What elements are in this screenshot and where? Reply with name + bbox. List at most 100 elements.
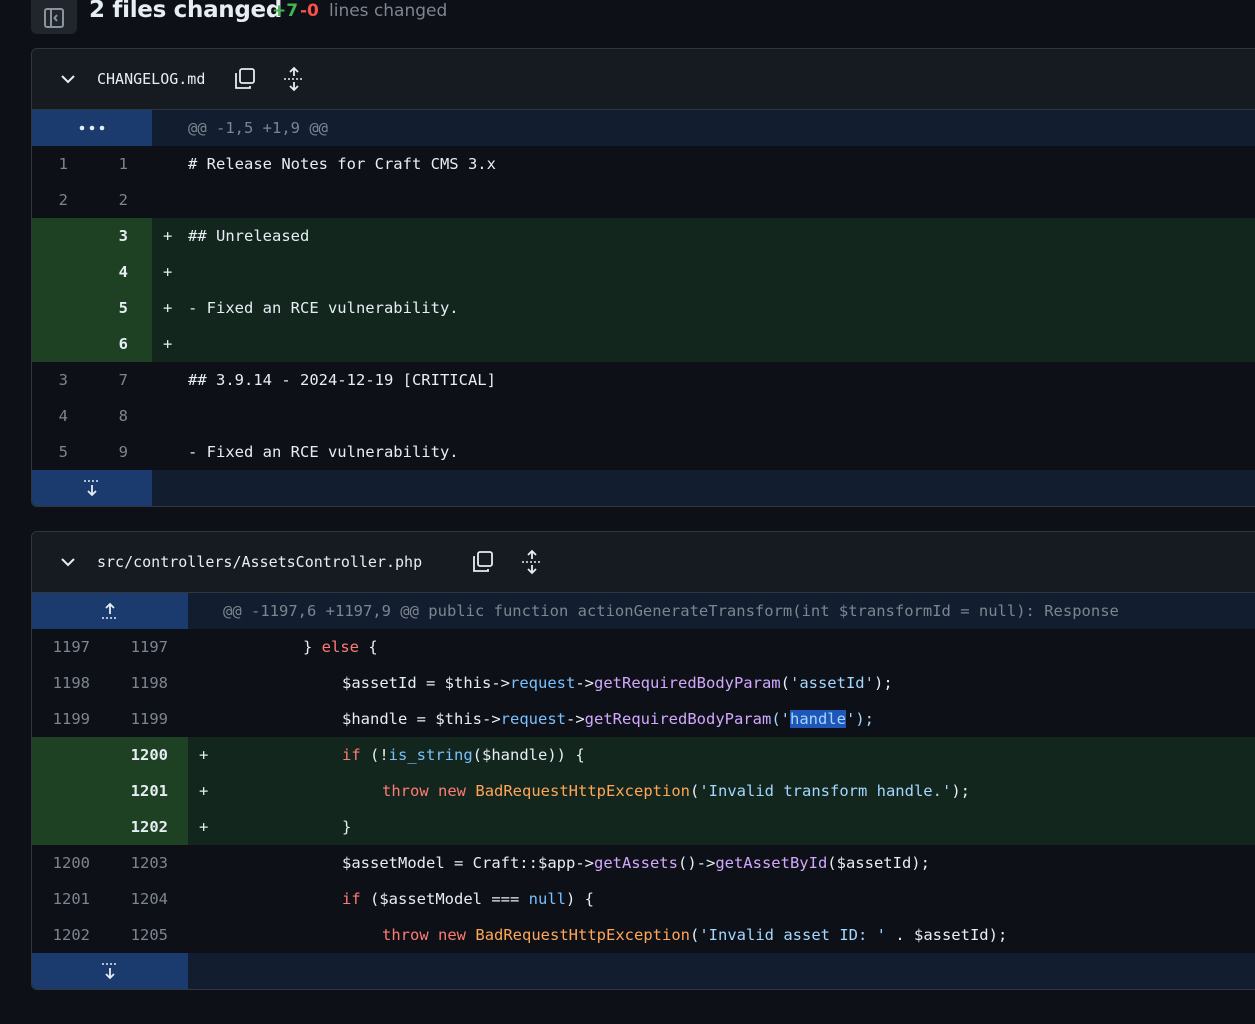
diff-line-added: 5 + - Fixed an RCE vulnerability. [32, 290, 1255, 326]
new-line-number[interactable]: 4 [92, 254, 128, 290]
diff-line-added: 6 + [32, 326, 1255, 362]
additions-count: +7 [272, 1, 299, 21]
copy-icon[interactable] [232, 66, 258, 92]
old-line-number[interactable]: 3 [32, 362, 68, 398]
files-changed-count: 2 files changed [89, 0, 283, 23]
expand-up-icon [102, 602, 118, 619]
add-sign: + [163, 335, 173, 353]
line-code: throw new BadRequestHttpException('Inval… [382, 782, 970, 800]
expand-up-button[interactable] [32, 593, 188, 629]
line-code: } else { [303, 638, 378, 656]
line-code: $assetId = $this->request->getRequiredBo… [342, 674, 893, 692]
hunk-text: @@ -1,5 +1,9 @@ [188, 119, 328, 137]
diff-lines: 1 1 # Release Notes for Craft CMS 3.x 2 … [32, 146, 1255, 470]
new-line-number[interactable]: 1197 [110, 629, 168, 665]
line-code: ## 3.9.14 - 2024-12-19 [CRITICAL] [188, 371, 496, 389]
diff-line: 1199 1199 $handle = $this->request->getR… [32, 701, 1255, 737]
new-line-number[interactable]: 1205 [110, 917, 168, 953]
new-line-number[interactable]: 1201 [110, 773, 168, 809]
add-sign: + [199, 818, 209, 836]
diff-line: 1200 1203 $assetModel = Craft::$app->get… [32, 845, 1255, 881]
diff-line-added: 3 + ## Unreleased [32, 218, 1255, 254]
file-name[interactable]: CHANGELOG.md [97, 70, 205, 88]
old-line-number[interactable]: 1202 [32, 917, 90, 953]
new-line-number[interactable]: 1202 [110, 809, 168, 845]
old-line-number[interactable]: 2 [32, 182, 68, 218]
line-code: $handle = $this->request->getRequiredBod… [342, 710, 874, 728]
new-line-number[interactable]: 8 [92, 398, 128, 434]
new-line-number[interactable]: 5 [92, 290, 128, 326]
line-code: $assetModel = Craft::$app->getAssets()->… [342, 854, 930, 872]
line-code: - Fixed an RCE vulnerability. [188, 443, 459, 461]
file-name[interactable]: src/controllers/AssetsController.php [97, 553, 422, 571]
expand-down-icon [102, 963, 118, 980]
diff-line: 2 2 [32, 182, 1255, 218]
file-header: src/controllers/AssetsController.php [32, 532, 1255, 593]
copy-icon[interactable] [470, 549, 496, 575]
add-sign: + [163, 299, 173, 317]
expand-hunk-button[interactable] [32, 110, 152, 146]
file-diff-assets-controller: src/controllers/AssetsController.php @@ … [31, 531, 1255, 990]
diff-line-added: 4 + [32, 254, 1255, 290]
new-line-number[interactable]: 1203 [110, 845, 168, 881]
expand-row [32, 953, 1255, 989]
diff-line: 3 7 ## 3.9.14 - 2024-12-19 [CRITICAL] [32, 362, 1255, 398]
hunk-header: @@ -1,5 +1,9 @@ [32, 110, 1255, 146]
deletions-count: -0 [300, 1, 319, 21]
expand-down-button[interactable] [32, 953, 188, 989]
new-line-number[interactable]: 1199 [110, 701, 168, 737]
new-line-number[interactable]: 1198 [110, 665, 168, 701]
line-code: # Release Notes for Craft CMS 3.x [188, 155, 496, 173]
new-line-number[interactable]: 1 [92, 146, 128, 182]
diff-line: 1 1 # Release Notes for Craft CMS 3.x [32, 146, 1255, 182]
new-line-number[interactable]: 3 [92, 218, 128, 254]
diff-line: 4 8 [32, 398, 1255, 434]
diff-summary-bar: 2 files changed +7 -0 lines changed [0, 0, 1255, 40]
line-code: if (!is_string($handle)) { [342, 746, 585, 764]
selected-text: handle [789, 710, 846, 728]
diff-line: 1201 1204 if ($assetModel === null) { [32, 881, 1255, 917]
new-line-number[interactable]: 1200 [110, 737, 168, 773]
old-line-number[interactable]: 5 [32, 434, 68, 470]
line-code: ## Unreleased [188, 227, 310, 245]
unfold-icon[interactable] [281, 66, 307, 92]
new-line-number[interactable]: 2 [92, 182, 128, 218]
file-header: CHANGELOG.md [32, 49, 1255, 110]
diff-line: 1198 1198 $assetId = $this->request->get… [32, 665, 1255, 701]
line-code: throw new BadRequestHttpException('Inval… [382, 926, 1008, 944]
diff-line: 1197 1197 } else { [32, 629, 1255, 665]
chevron-down-icon[interactable] [58, 69, 78, 89]
diff-line-added: 1200 + if (!is_string($handle)) { [32, 737, 1255, 773]
old-line-number[interactable]: 1197 [32, 629, 90, 665]
add-sign: + [199, 782, 209, 800]
old-line-number[interactable]: 1199 [32, 701, 90, 737]
old-line-number[interactable]: 1201 [32, 881, 90, 917]
old-line-number[interactable]: 1200 [32, 845, 90, 881]
diff-line-added: 1202 + } [32, 809, 1255, 845]
line-code: if ($assetModel === null) { [342, 890, 594, 908]
unfold-icon[interactable] [519, 549, 545, 575]
old-line-number[interactable]: 4 [32, 398, 68, 434]
add-sign: + [199, 746, 209, 764]
line-code: - Fixed an RCE vulnerability. [188, 299, 459, 317]
add-sign: + [163, 263, 173, 281]
new-line-number[interactable]: 7 [92, 362, 128, 398]
new-line-number[interactable]: 1204 [110, 881, 168, 917]
new-line-number[interactable]: 6 [92, 326, 128, 362]
expand-down-icon [84, 480, 100, 497]
sidebar-toggle-icon [44, 8, 64, 28]
diff-line: 1202 1205 throw new BadRequestHttpExcept… [32, 917, 1255, 953]
new-line-number[interactable]: 9 [92, 434, 128, 470]
line-code: } [342, 818, 352, 836]
chevron-down-icon[interactable] [58, 552, 78, 572]
old-line-number[interactable]: 1 [32, 146, 68, 182]
file-diff-changelog: CHANGELOG.md @@ -1,5 +1,9 @@ 1 1 # Relea… [31, 48, 1255, 507]
hunk-header: @@ -1197,6 +1197,9 @@ public function ac… [32, 593, 1255, 629]
expand-down-button[interactable] [32, 470, 152, 506]
lines-changed-label: lines changed [329, 1, 448, 21]
add-sign: + [163, 227, 173, 245]
hunk-text: @@ -1197,6 +1197,9 @@ public function ac… [223, 602, 1119, 620]
old-line-number[interactable]: 1198 [32, 665, 90, 701]
sidebar-toggle-button[interactable] [31, 0, 77, 34]
diff-line: 5 9 - Fixed an RCE vulnerability. [32, 434, 1255, 470]
